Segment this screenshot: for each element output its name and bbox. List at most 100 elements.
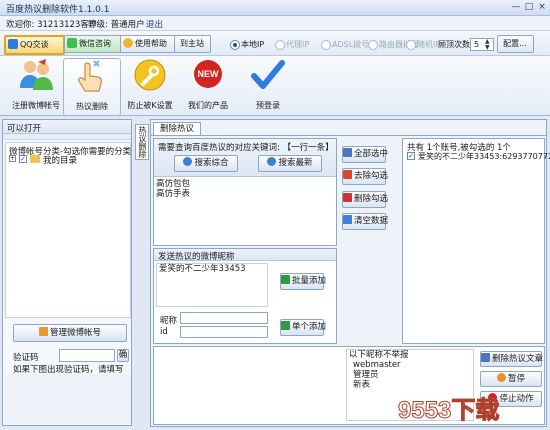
captcha-confirm-button[interactable]: 确 [117, 349, 129, 362]
no-report-item: webmaster [353, 360, 401, 370]
checkmark-icon [251, 60, 285, 89]
nickname-panel: 发送热议的微博昵称 爱笑的不二少年33453 批量添加 昵称 id 单个添加 [153, 248, 337, 344]
ip-radio-adsl[interactable] [321, 40, 331, 50]
tab-delete-topics[interactable]: 删除热议 [153, 122, 201, 135]
nav-label-delete: 热议删除 [76, 102, 108, 111]
keyword-panel: 需要查询百度热议的对应关键词: 【一行一条】 搜索综合 搜索最新 高仿包包 高仿… [153, 138, 337, 246]
qq-chat-button[interactable]: QQ交谈 [4, 35, 65, 55]
toolbar: QQ交谈 微信咨询 使用帮助 到主站 本地IP 代理IP ADSL拨号 路由器拨… [0, 30, 550, 56]
wechat-icon [67, 38, 77, 48]
plus-icon [281, 275, 290, 284]
minimize-button[interactable]: — [510, 2, 522, 13]
help-icon [123, 38, 133, 48]
captcha-image-area [5, 374, 131, 424]
remove-checked-button[interactable]: 去除勾选 [342, 168, 388, 185]
main-content: 删除热议 需要查询百度热议的对应关键词: 【一行一条】 搜索综合 搜索最新 高仿… [150, 119, 550, 427]
nav-pre-login[interactable]: 预登录 [240, 58, 296, 114]
window-title: 百度热议删除软件1.1.0.1 [6, 5, 110, 15]
nav-label-products: 我们的产品 [188, 101, 228, 110]
search-icon [267, 157, 277, 166]
main-nav-bar: 注册微博帐号 热议删除 防止被K设置 NEW 我们的产品 预登录 [0, 56, 550, 116]
keyword-title: 需要查询百度热议的对应关键词: 【一行一条】 [158, 143, 334, 153]
uncheck-icon [343, 170, 352, 179]
user-info-bar: 欢迎你: 31213123客户 等级: 普通用户 退出 [0, 16, 550, 30]
no-report-title: 以下昵称不举报 [349, 350, 409, 360]
pause-button[interactable]: 暂停 [480, 371, 542, 387]
new-badge-icon: NEW [194, 60, 222, 88]
clear-icon [343, 215, 352, 224]
search-latest-button[interactable]: 搜索最新 [258, 155, 322, 172]
search-all-button[interactable]: 搜索综合 [174, 155, 238, 172]
nav-our-products[interactable]: NEW 我们的产品 [180, 58, 236, 114]
wrench-icon [134, 59, 166, 91]
title-bar: 百度热议删除软件1.1.0.1 — □ × [0, 0, 550, 16]
watermark: 9553下载 [398, 397, 500, 425]
tree-item-my-dir[interactable]: 我的目录 [43, 154, 77, 166]
account-book-icon [38, 327, 48, 336]
id-label: id [160, 327, 168, 337]
folder-icon [30, 155, 40, 163]
select-all-button[interactable]: 全部选中 [342, 146, 388, 163]
welcome-text: 欢迎你: 31213123客户 [6, 20, 98, 30]
no-report-item: 管理员 [353, 370, 379, 380]
pause-icon [496, 373, 506, 382]
top-count-input[interactable]: 5 [470, 38, 494, 51]
main-site-button[interactable]: 到主站 [174, 35, 211, 53]
nav-delete-hot-topics[interactable]: 热议删除 [63, 58, 121, 116]
help-button[interactable]: 使用帮助 [120, 35, 177, 53]
ip-label-local: 本地IP [241, 40, 265, 49]
left-panel: 可以打开 微博帐号分类-勾选你需要的分类 + ✓ 我的目录 管理微博帐号 验证码… [2, 119, 132, 426]
batch-add-button[interactable]: 批量添加 [280, 273, 326, 290]
svg-text:NEW: NEW [198, 69, 220, 79]
delete-articles-button[interactable]: 删除热议文章 [480, 351, 543, 367]
delete-icon [343, 193, 352, 202]
ip-radio-random[interactable] [406, 40, 416, 50]
nav-label-pre-login: 预登录 [256, 101, 280, 110]
captcha-input[interactable] [59, 349, 115, 362]
ip-radio-local[interactable] [230, 40, 240, 50]
wechat-button[interactable]: 微信咨询 [64, 35, 123, 53]
user-level: 等级: 普通用户 [88, 20, 145, 30]
maximize-button[interactable]: □ [523, 2, 535, 13]
close-button[interactable]: × [536, 2, 548, 13]
select-all-icon [343, 148, 352, 157]
top-count-label: 顾顶次数 [438, 40, 470, 49]
qq-icon [8, 39, 18, 49]
delete-checked-button[interactable]: 删除勾选 [342, 191, 388, 208]
no-report-item: 新表 [353, 380, 371, 390]
nav-label-register: 注册微博帐号 [12, 101, 60, 110]
left-panel-title: 可以打开 [7, 124, 42, 134]
manage-accounts-button[interactable]: 管理微博帐号 [13, 324, 127, 342]
logout-link[interactable]: 退出 [146, 18, 163, 30]
account-list-panel: 共有 1个账号,被勾选的 1个 ✓ 爱笑的不二少年33453:629377077… [402, 138, 550, 344]
tree-checkbox[interactable]: ✓ [19, 155, 27, 163]
nick-label: 昵称 [160, 316, 178, 326]
nav-label-anti-k: 防止被K设置 [127, 101, 173, 110]
account-checkbox[interactable]: ✓ [407, 152, 415, 160]
nav-anti-k-settings[interactable]: 防止被K设置 [122, 58, 178, 114]
single-add-button[interactable]: 单个添加 [280, 319, 326, 336]
hand-pointer-icon [78, 60, 102, 92]
vertical-tab-delete[interactable]: 热议删除 [135, 124, 149, 160]
account-tree: 微博帐号分类-勾选你需要的分类 + ✓ 我的目录 [5, 142, 131, 318]
nickname-item: 爱笑的不二少年33453 [159, 264, 246, 274]
ip-radio-proxy[interactable] [275, 40, 285, 50]
ip-radio-router[interactable] [368, 40, 378, 50]
keyword-item: 高仿包包 [156, 179, 191, 189]
plus-icon [281, 321, 290, 330]
captcha-label: 验证码 [13, 353, 39, 363]
nickname-input[interactable] [180, 312, 268, 324]
left-divider [3, 134, 131, 140]
nickname-list[interactable]: 爱笑的不二少年33453 [156, 263, 268, 307]
spin-arrows-icon[interactable]: ▲ ▼ [485, 39, 490, 51]
account-item[interactable]: 爱笑的不二少年33453:6293770772 [418, 151, 550, 162]
keyword-list[interactable]: 高仿包包 高仿手表 [156, 179, 334, 243]
keyword-item: 高仿手表 [156, 189, 191, 199]
search-icon [183, 157, 193, 166]
delete-doc-icon [481, 353, 490, 362]
nav-register-weibo[interactable]: 注册微博帐号 [8, 58, 64, 114]
clear-data-button[interactable]: 清空数据 [342, 213, 388, 230]
config-button[interactable]: 配置... [497, 35, 534, 53]
tree-expand-icon[interactable]: + [9, 155, 16, 162]
id-input[interactable] [180, 326, 268, 338]
